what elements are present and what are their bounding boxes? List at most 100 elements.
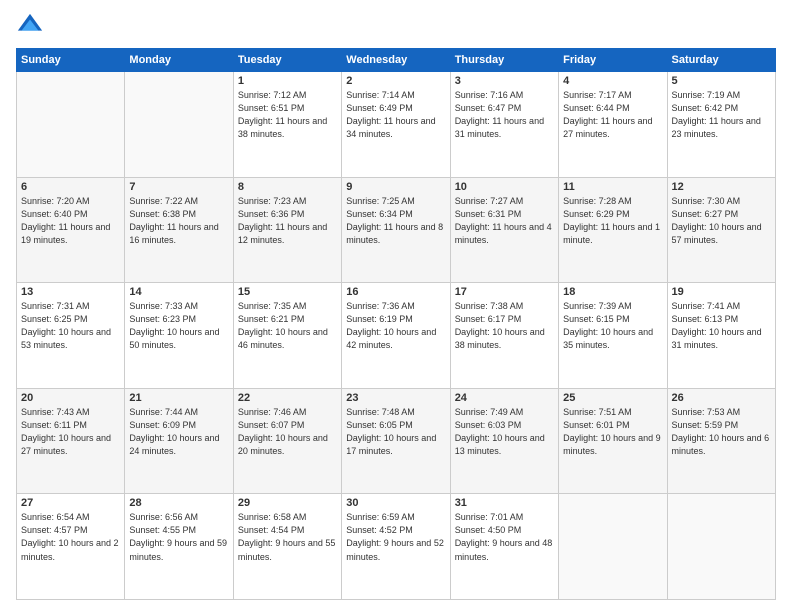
day-info: Sunrise: 7:16 AM Sunset: 6:47 PM Dayligh…: [455, 89, 554, 141]
calendar-cell: 28 Sunrise: 6:56 AM Sunset: 4:55 PM Dayli…: [125, 494, 233, 600]
day-number: 1: [238, 75, 337, 87]
day-info: Sunrise: 7:28 AM Sunset: 6:29 PM Dayligh…: [563, 195, 662, 247]
weekday-header-cell: Monday: [125, 49, 233, 72]
day-number: 23: [346, 392, 445, 404]
calendar-cell: 5 Sunrise: 7:19 AM Sunset: 6:42 PM Daylig…: [667, 72, 775, 178]
day-info: Sunrise: 6:56 AM Sunset: 4:55 PM Dayligh…: [129, 511, 228, 563]
calendar-cell: [667, 494, 775, 600]
calendar-cell: 1 Sunrise: 7:12 AM Sunset: 6:51 PM Daylig…: [233, 72, 341, 178]
day-info: Sunrise: 7:12 AM Sunset: 6:51 PM Dayligh…: [238, 89, 337, 141]
day-number: 14: [129, 286, 228, 298]
calendar-cell: 14Sunrise: 7:33 AM Sunset: 6:23 PM Dayli…: [125, 283, 233, 389]
calendar-cell: 8 Sunrise: 7:23 AM Sunset: 6:36 PM Daylig…: [233, 177, 341, 283]
day-number: 5: [672, 75, 771, 87]
day-number: 3: [455, 75, 554, 87]
calendar-cell: 13 Sunrise: 7:31 AM Sunset: 6:25 PM Dayli…: [17, 283, 125, 389]
calendar-cell: 2 Sunrise: 7:14 AM Sunset: 6:49 PM Daylig…: [342, 72, 450, 178]
day-number: 24: [455, 392, 554, 404]
day-info: Sunrise: 7:30 AM Sunset: 6:27 PM Dayligh…: [672, 195, 771, 247]
calendar-cell: 30Sunrise: 6:59 AM Sunset: 4:52 PM Dayli…: [342, 494, 450, 600]
calendar-week-row: 27 Sunrise: 6:54 AM Sunset: 4:57 PM Dayli…: [17, 494, 776, 600]
day-number: 9: [346, 181, 445, 193]
calendar-week-row: 13 Sunrise: 7:31 AM Sunset: 6:25 PM Dayli…: [17, 283, 776, 389]
day-info: Sunrise: 7:41 AM Sunset: 6:13 PM Dayligh…: [672, 300, 771, 352]
calendar-cell: 10 Sunrise: 7:27 AM Sunset: 6:31 PM Dayli…: [450, 177, 558, 283]
day-number: 10: [455, 181, 554, 193]
day-number: 22: [238, 392, 337, 404]
calendar-cell: 25 Sunrise: 7:51 AM Sunset: 6:01 PM Dayli…: [559, 388, 667, 494]
day-info: Sunrise: 7:39 AM Sunset: 6:15 PM Dayligh…: [563, 300, 662, 352]
day-info: Sunrise: 7:14 AM Sunset: 6:49 PM Dayligh…: [346, 89, 445, 141]
calendar-cell: [17, 72, 125, 178]
day-number: 21: [129, 392, 228, 404]
day-info: Sunrise: 7:31 AM Sunset: 6:25 PM Dayligh…: [21, 300, 120, 352]
day-info: Sunrise: 7:53 AM Sunset: 5:59 PM Dayligh…: [672, 406, 771, 458]
weekday-header-cell: Wednesday: [342, 49, 450, 72]
day-info: Sunrise: 7:27 AM Sunset: 6:31 PM Dayligh…: [455, 195, 554, 247]
day-number: 28: [129, 497, 228, 509]
page: SundayMondayTuesdayWednesdayThursdayFrid…: [0, 0, 792, 612]
day-number: 30: [346, 497, 445, 509]
calendar-cell: 17 Sunrise: 7:38 AM Sunset: 6:17 PM Dayli…: [450, 283, 558, 389]
day-info: Sunrise: 7:38 AM Sunset: 6:17 PM Dayligh…: [455, 300, 554, 352]
calendar-cell: 31Sunrise: 7:01 AM Sunset: 4:50 PM Dayli…: [450, 494, 558, 600]
calendar-week-row: 1 Sunrise: 7:12 AM Sunset: 6:51 PM Daylig…: [17, 72, 776, 178]
day-info: Sunrise: 7:46 AM Sunset: 6:07 PM Dayligh…: [238, 406, 337, 458]
calendar-cell: 24Sunrise: 7:49 AM Sunset: 6:03 PM Dayli…: [450, 388, 558, 494]
calendar-cell: [559, 494, 667, 600]
weekday-header-cell: Thursday: [450, 49, 558, 72]
day-info: Sunrise: 7:51 AM Sunset: 6:01 PM Dayligh…: [563, 406, 662, 458]
day-number: 2: [346, 75, 445, 87]
day-info: Sunrise: 6:58 AM Sunset: 4:54 PM Dayligh…: [238, 511, 337, 563]
day-number: 16: [346, 286, 445, 298]
day-number: 7: [129, 181, 228, 193]
calendar-cell: 16 Sunrise: 7:36 AM Sunset: 6:19 PM Dayli…: [342, 283, 450, 389]
day-info: Sunrise: 7:23 AM Sunset: 6:36 PM Dayligh…: [238, 195, 337, 247]
calendar-cell: 23 Sunrise: 7:48 AM Sunset: 6:05 PM Dayli…: [342, 388, 450, 494]
day-info: Sunrise: 7:22 AM Sunset: 6:38 PM Dayligh…: [129, 195, 228, 247]
day-info: Sunrise: 7:35 AM Sunset: 6:21 PM Dayligh…: [238, 300, 337, 352]
day-info: Sunrise: 7:19 AM Sunset: 6:42 PM Dayligh…: [672, 89, 771, 141]
weekday-header-cell: Friday: [559, 49, 667, 72]
day-number: 29: [238, 497, 337, 509]
calendar-cell: 11 Sunrise: 7:28 AM Sunset: 6:29 PM Dayli…: [559, 177, 667, 283]
day-number: 12: [672, 181, 771, 193]
day-number: 19: [672, 286, 771, 298]
day-number: 8: [238, 181, 337, 193]
day-number: 6: [21, 181, 120, 193]
calendar-cell: [125, 72, 233, 178]
weekday-header-cell: Sunday: [17, 49, 125, 72]
calendar-cell: 19 Sunrise: 7:41 AM Sunset: 6:13 PM Dayli…: [667, 283, 775, 389]
calendar-cell: 18Sunrise: 7:39 AM Sunset: 6:15 PM Dayli…: [559, 283, 667, 389]
day-number: 4: [563, 75, 662, 87]
calendar-cell: 4Sunrise: 7:17 AM Sunset: 6:44 PM Daylig…: [559, 72, 667, 178]
calendar-cell: 12 Sunrise: 7:30 AM Sunset: 6:27 PM Dayli…: [667, 177, 775, 283]
logo: [16, 12, 48, 40]
calendar-cell: 22 Sunrise: 7:46 AM Sunset: 6:07 PM Dayli…: [233, 388, 341, 494]
day-number: 27: [21, 497, 120, 509]
day-number: 15: [238, 286, 337, 298]
calendar-cell: 7 Sunrise: 7:22 AM Sunset: 6:38 PM Daylig…: [125, 177, 233, 283]
calendar-week-row: 20 Sunrise: 7:43 AM Sunset: 6:11 PM Dayli…: [17, 388, 776, 494]
day-info: Sunrise: 6:54 AM Sunset: 4:57 PM Dayligh…: [21, 511, 120, 563]
day-number: 25: [563, 392, 662, 404]
day-info: Sunrise: 7:43 AM Sunset: 6:11 PM Dayligh…: [21, 406, 120, 458]
day-info: Sunrise: 7:36 AM Sunset: 6:19 PM Dayligh…: [346, 300, 445, 352]
day-info: Sunrise: 7:20 AM Sunset: 6:40 PM Dayligh…: [21, 195, 120, 247]
day-number: 26: [672, 392, 771, 404]
header: [16, 12, 776, 40]
calendar-week-row: 6 Sunrise: 7:20 AM Sunset: 6:40 PM Daylig…: [17, 177, 776, 283]
day-info: Sunrise: 7:48 AM Sunset: 6:05 PM Dayligh…: [346, 406, 445, 458]
day-number: 13: [21, 286, 120, 298]
calendar-body: 1 Sunrise: 7:12 AM Sunset: 6:51 PM Daylig…: [17, 72, 776, 600]
calendar-cell: 21Sunrise: 7:44 AM Sunset: 6:09 PM Dayli…: [125, 388, 233, 494]
calendar-cell: 20 Sunrise: 7:43 AM Sunset: 6:11 PM Dayli…: [17, 388, 125, 494]
day-number: 11: [563, 181, 662, 193]
calendar: SundayMondayTuesdayWednesdayThursdayFrid…: [16, 48, 776, 600]
logo-icon: [16, 12, 44, 40]
day-number: 31: [455, 497, 554, 509]
day-number: 17: [455, 286, 554, 298]
calendar-cell: 26 Sunrise: 7:53 AM Sunset: 5:59 PM Dayli…: [667, 388, 775, 494]
day-info: Sunrise: 7:25 AM Sunset: 6:34 PM Dayligh…: [346, 195, 445, 247]
day-number: 20: [21, 392, 120, 404]
